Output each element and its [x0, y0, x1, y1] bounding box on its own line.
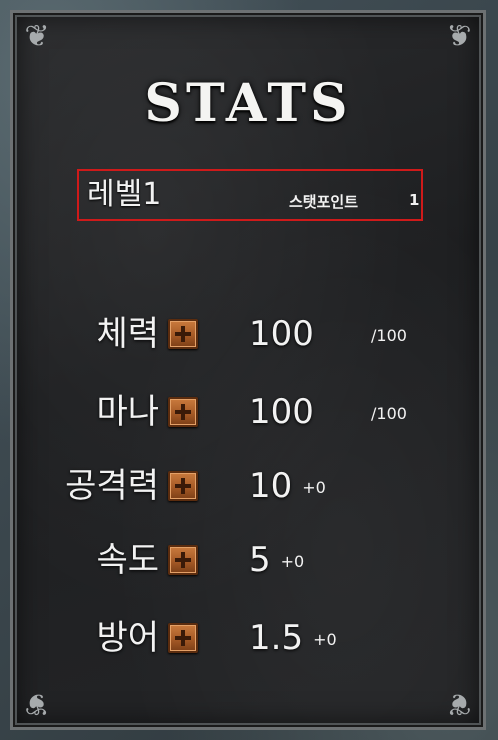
- stat-value: 1.5 +0: [249, 618, 337, 658]
- stat-row-attack: 공격력 10 +0: [13, 461, 489, 511]
- corner-ornament-icon: ❦: [24, 19, 50, 54]
- add-speed-button[interactable]: [168, 545, 198, 575]
- level-label: 레벨1: [87, 177, 162, 212]
- stat-row-mana: 마나 100 /100: [13, 387, 489, 437]
- stat-max: /100: [371, 404, 407, 423]
- stat-bonus: +0: [302, 477, 326, 497]
- level-info-box: 레벨1 스탯포인트 1: [77, 169, 423, 221]
- stats-panel: ❦ ❦ ❦ ❦ STATS 레벨1 스탯포인트 1 체력 100 /100 마나…: [10, 10, 486, 730]
- stat-row-health: 체력 100 /100: [13, 309, 489, 359]
- stat-name: 공격력: [65, 466, 159, 506]
- corner-ornament-icon: ❦: [24, 686, 50, 721]
- panel-title: STATS: [144, 73, 352, 134]
- add-attack-button[interactable]: [168, 471, 198, 501]
- stat-row-speed: 속도 5 +0: [13, 535, 489, 585]
- stat-name: 체력: [96, 314, 159, 354]
- stat-name: 방어: [96, 618, 159, 658]
- corner-ornament-icon: ❦: [446, 19, 472, 54]
- stat-value: 5 +0: [249, 540, 305, 580]
- stat-bonus: +0: [313, 629, 337, 649]
- stat-max: /100: [371, 326, 407, 345]
- add-mana-button[interactable]: [168, 397, 198, 427]
- stat-name: 마나: [96, 392, 159, 432]
- stat-points-value: 1: [409, 191, 420, 209]
- corner-ornament-icon: ❦: [446, 686, 472, 721]
- stat-value: 100: [249, 392, 314, 432]
- stat-value: 10 +0: [249, 466, 326, 506]
- stat-name: 속도: [96, 540, 159, 580]
- stat-row-defense: 방어 1.5 +0: [13, 613, 489, 663]
- stat-points-label: 스탯포인트: [289, 193, 359, 211]
- add-health-button[interactable]: [168, 319, 198, 349]
- stat-value: 100: [249, 314, 314, 354]
- stat-bonus: +0: [280, 551, 305, 571]
- add-defense-button[interactable]: [168, 623, 198, 653]
